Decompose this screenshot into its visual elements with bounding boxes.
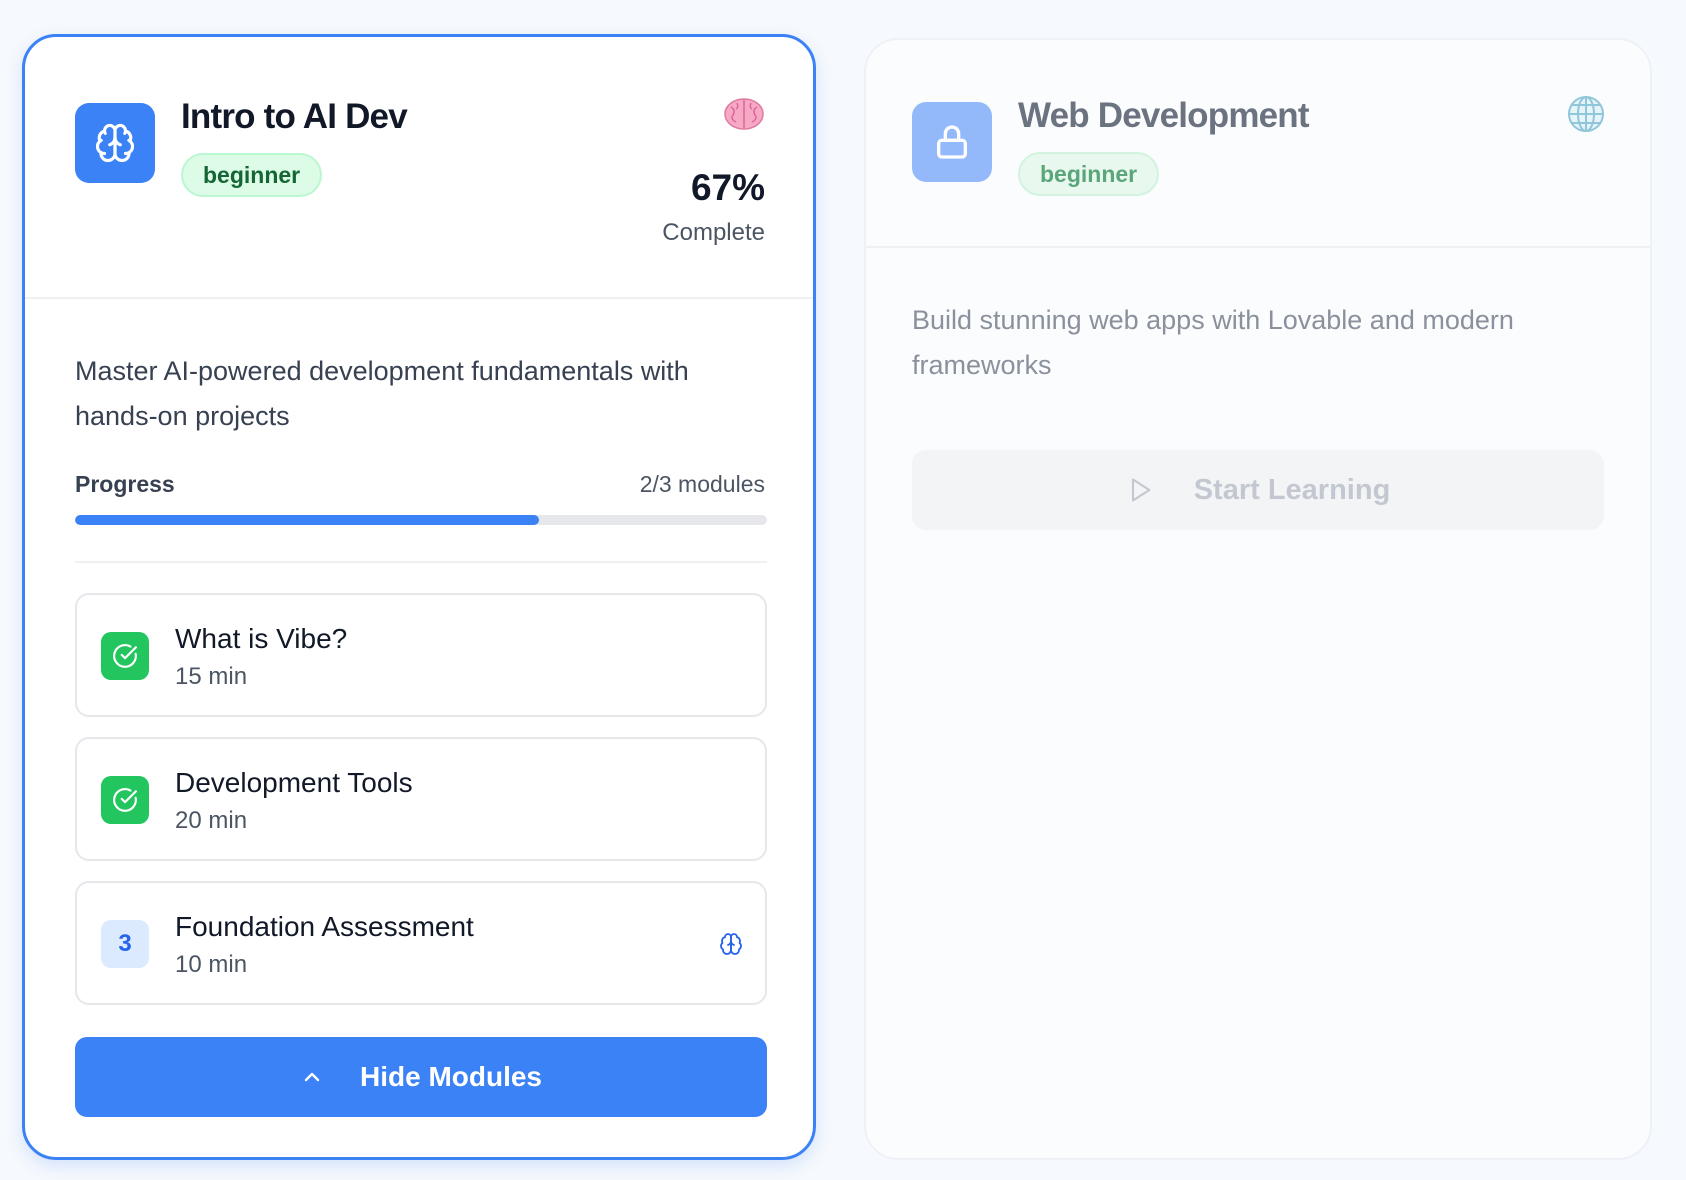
- module-item[interactable]: Development Tools 20 min: [75, 737, 767, 861]
- module-item[interactable]: What is Vibe? 15 min: [75, 593, 767, 717]
- progress-modules-count: 2/3 modules: [639, 471, 765, 497]
- course-card-header: Intro to AI Dev beginner 67% Complete: [25, 37, 813, 299]
- brain-icon: [719, 932, 743, 956]
- course-description: Master AI-powered development fundamenta…: [75, 356, 689, 431]
- course-title: Intro to AI Dev: [181, 97, 408, 136]
- module-duration: 15 min: [175, 663, 248, 690]
- course-card-header: Web Development beginner: [866, 40, 1650, 248]
- course-title: Web Development: [1018, 96, 1310, 135]
- start-learning-label: Start Learning: [1193, 473, 1391, 506]
- progress-bar: [75, 515, 767, 525]
- brain-icon: [75, 103, 155, 183]
- hide-modules-label: Hide Modules: [359, 1061, 542, 1092]
- module-item[interactable]: 3 Foundation Assessment 10 min: [75, 881, 767, 1005]
- course-description: Build stunning web apps with Lovable and…: [912, 305, 1514, 380]
- level-badge: beginner: [181, 153, 323, 197]
- divider: [75, 561, 767, 563]
- progress-label: Progress: [75, 471, 175, 497]
- chevron-up-icon: [300, 1065, 324, 1089]
- course-card-intro-ai[interactable]: Intro to AI Dev beginner 67% Complete Ma…: [22, 34, 816, 1160]
- play-icon: [1126, 476, 1154, 504]
- level-badge: beginner: [1018, 152, 1160, 196]
- course-card-web-dev[interactable]: Web Development beginner Build stunning …: [864, 38, 1652, 1160]
- check-circle-icon: [101, 632, 149, 680]
- module-duration: 20 min: [175, 807, 248, 834]
- module-title: Development Tools: [175, 767, 413, 798]
- module-title: What is Vibe?: [175, 623, 348, 654]
- brain-emoji-icon: [723, 97, 765, 133]
- hide-modules-button[interactable]: Hide Modules: [75, 1037, 767, 1117]
- start-learning-button[interactable]: Start Learning: [912, 450, 1604, 530]
- check-circle-icon: [101, 776, 149, 824]
- module-duration: 10 min: [175, 951, 248, 978]
- module-title: Foundation Assessment: [175, 911, 474, 942]
- completion-percent: 67%: [690, 167, 765, 208]
- module-number: 3: [101, 920, 149, 968]
- progress-bar-fill: [75, 515, 539, 525]
- globe-emoji-icon: [1566, 94, 1606, 134]
- lock-icon: [912, 102, 992, 182]
- completion-label: Complete: [662, 219, 765, 246]
